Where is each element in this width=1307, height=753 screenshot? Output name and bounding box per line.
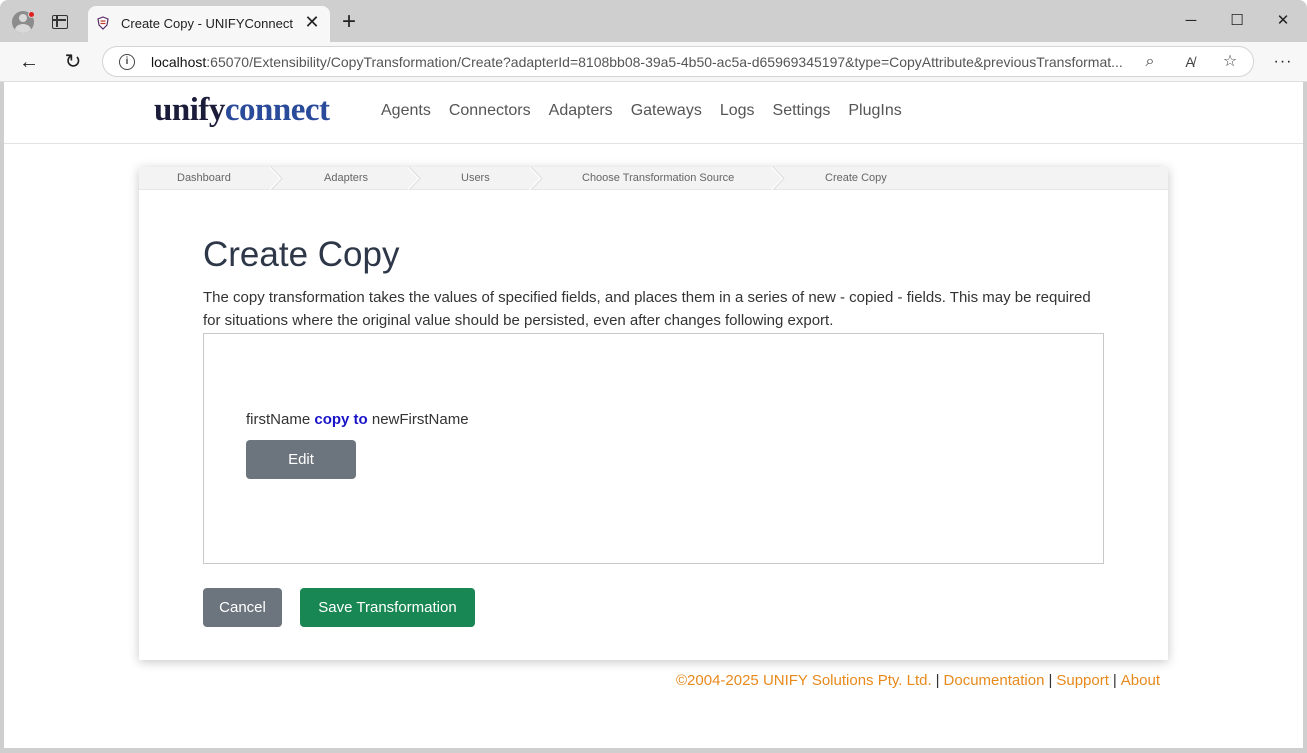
zoom-icon[interactable]: ⌕: [1139, 51, 1161, 73]
close-window-icon[interactable]: ✕: [1269, 8, 1297, 34]
footer-separator: |: [935, 672, 940, 689]
address-bar: ← ↻ i localhost:65070/Extensibility/Copy…: [0, 42, 1307, 82]
breadcrumb-choose-source[interactable]: Choose Transformation Source: [582, 172, 734, 184]
favorite-star-icon[interactable]: ☆: [1219, 51, 1241, 73]
close-tab-icon[interactable]: ✕: [302, 12, 322, 32]
site-info-icon[interactable]: i: [119, 54, 135, 70]
nav-gateways[interactable]: Gateways: [631, 102, 702, 120]
transformation-panel: firstName copy to newFirstName Edit: [203, 333, 1104, 564]
nav-agents[interactable]: Agents: [381, 102, 431, 120]
page-description: The copy transformation takes the values…: [203, 289, 1091, 329]
browser-tab-bar: Create Copy - UNIFYConnect ✕ + ─ ☐ ✕: [0, 0, 1307, 42]
footer: ©2004-2025 UNIFY Solutions Pty. Ltd. | Doc…: [676, 672, 1160, 689]
site-favicon-icon: [97, 16, 109, 30]
edit-button[interactable]: Edit: [246, 440, 356, 479]
footer-separator: |: [1112, 672, 1117, 689]
nav-logs[interactable]: Logs: [720, 102, 755, 120]
maximize-icon[interactable]: ☐: [1223, 8, 1251, 34]
site-header: unifyconnect Agents Connectors Adapters …: [4, 82, 1303, 144]
breadcrumb-chevron-icon: [407, 167, 421, 190]
cancel-button[interactable]: Cancel: [203, 588, 282, 627]
breadcrumb-create-copy: Create Copy: [825, 172, 887, 184]
main-nav: Agents Connectors Adapters Gateways Logs…: [381, 102, 902, 120]
notification-dot-icon: [28, 11, 35, 18]
copy-to-keyword: copy to: [314, 411, 368, 428]
more-options-icon[interactable]: ···: [1271, 50, 1295, 74]
back-arrow-icon[interactable]: ←: [17, 50, 41, 74]
window-border-bottom: [0, 748, 1307, 753]
tab-title: Create Copy - UNIFYConnect: [121, 16, 293, 31]
footer-support-link[interactable]: Support: [1056, 672, 1109, 689]
nav-plugins[interactable]: PlugIns: [848, 102, 901, 120]
breadcrumb-adapters[interactable]: Adapters: [324, 172, 368, 184]
read-aloud-icon[interactable]: A̸: [1179, 51, 1201, 73]
breadcrumb-dashboard[interactable]: Dashboard: [177, 172, 231, 184]
unifyconnect-logo[interactable]: unifyconnect: [154, 92, 330, 129]
url-input[interactable]: i localhost:65070/Extensibility/CopyTran…: [102, 46, 1254, 77]
nav-settings[interactable]: Settings: [773, 102, 831, 120]
main-card: Dashboard Adapters Users Choose Transfor…: [139, 167, 1168, 660]
save-transformation-button[interactable]: Save Transformation: [300, 588, 475, 627]
breadcrumb-chevron-icon: [269, 167, 283, 190]
breadcrumb-chevron-icon: [771, 167, 785, 190]
nav-adapters[interactable]: Adapters: [549, 102, 613, 120]
reload-icon[interactable]: ↻: [61, 50, 85, 74]
page-title: Create Copy: [203, 235, 400, 274]
source-field: firstName: [246, 411, 311, 428]
url-text[interactable]: localhost:65070/Extensibility/CopyTransf…: [151, 54, 1123, 70]
footer-copyright[interactable]: ©2004-2025 UNIFY Solutions Pty. Ltd.: [676, 672, 932, 689]
breadcrumb: Dashboard Adapters Users Choose Transfor…: [139, 167, 1168, 190]
minimize-icon[interactable]: ─: [1177, 8, 1205, 34]
footer-documentation-link[interactable]: Documentation: [944, 672, 1045, 689]
breadcrumb-chevron-icon: [529, 167, 543, 190]
nav-connectors[interactable]: Connectors: [449, 102, 531, 120]
footer-separator: |: [1048, 672, 1053, 689]
tab-actions-icon[interactable]: [52, 15, 68, 29]
transformation-summary: firstName copy to newFirstName: [246, 411, 469, 428]
new-tab-icon[interactable]: +: [338, 10, 360, 34]
window-border-right: [1303, 82, 1307, 753]
breadcrumb-users[interactable]: Users: [461, 172, 490, 184]
target-field: newFirstName: [371, 411, 469, 428]
browser-tab[interactable]: Create Copy - UNIFYConnect ✕: [88, 6, 330, 42]
footer-about-link[interactable]: About: [1121, 672, 1160, 689]
window-border-left: [0, 82, 4, 753]
